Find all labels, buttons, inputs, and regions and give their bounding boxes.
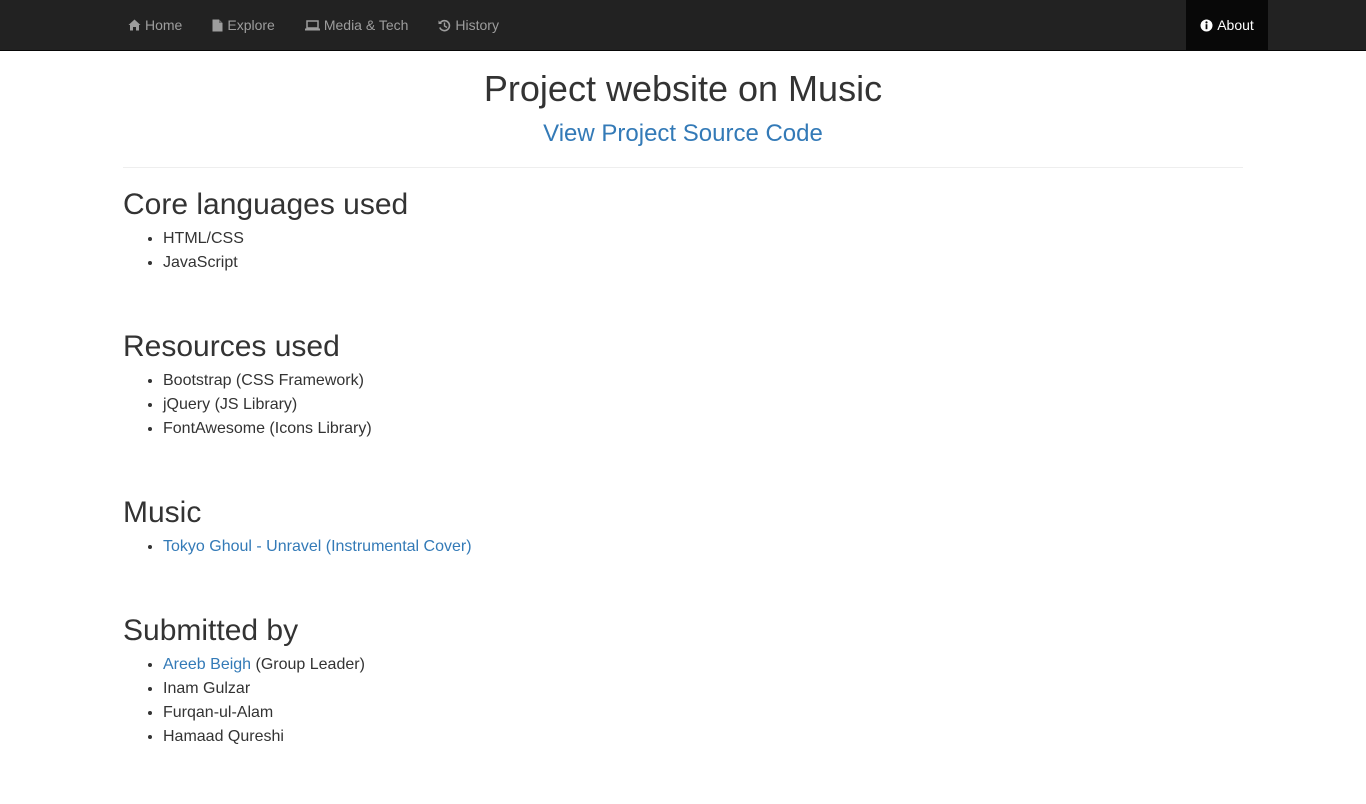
nav-explore[interactable]: Explore [197,0,289,50]
info-circle-icon [1200,19,1213,32]
list-item: FontAwesome (Icons Library) [163,417,1243,441]
resources-section: Resources used Bootstrap (CSS Framework)… [123,329,1243,441]
nav-history[interactable]: History [423,0,514,50]
list-item: HTML/CSS [163,227,1243,251]
nav-about[interactable]: About [1186,0,1268,50]
core-languages-heading: Core languages used [123,188,409,221]
resources-heading: Resources used [123,330,340,363]
file-icon [212,19,223,32]
nav-explore-label: Explore [227,17,275,33]
core-languages-section: Core languages used HTML/CSS JavaScript [123,187,1243,275]
divider [123,167,1243,168]
list-item: jQuery (JS Library) [163,393,1243,417]
nav-menu: Home Explore Media & Tech History [113,0,514,50]
history-icon [438,19,451,32]
nav-home-label: Home [145,17,183,33]
resources-list: Bootstrap (CSS Framework) jQuery (JS Lib… [123,369,1243,441]
list-item: Hamaad Qureshi [163,725,1243,749]
nav-history-label: History [455,17,499,33]
core-languages-list: HTML/CSS JavaScript [123,227,1243,275]
top-navbar: Home Explore Media & Tech History About [0,0,1366,51]
laptop-icon [304,19,320,31]
page-title: Project website on Music [483,68,883,109]
music-heading: Music [123,496,202,529]
list-item: Bootstrap (CSS Framework) [163,369,1243,393]
submitted-by-heading: Submitted by [123,614,299,647]
nav-about-label: About [1217,17,1254,33]
submitted-by-section: Submitted by Areeb Beigh (Group Leader) … [123,613,1243,749]
list-item: Areeb Beigh (Group Leader) [163,653,1243,677]
main-content: Project website on Music View Project So… [123,51,1243,749]
list-item: Furqan-ul-Alam [163,701,1243,725]
nav-media-tech[interactable]: Media & Tech [290,0,424,50]
list-item: Tokyo Ghoul - Unravel (Instrumental Cove… [163,535,1243,559]
source-code-link[interactable]: View Project Source Code [123,119,1243,149]
group-leader-role: (Group Leader) [251,656,365,673]
nav-home[interactable]: Home [113,0,197,50]
nav-media-tech-label: Media & Tech [323,17,409,33]
music-link[interactable]: Tokyo Ghoul - Unravel (Instrumental Cove… [163,538,472,555]
list-item: JavaScript [163,251,1243,275]
home-icon [128,19,141,31]
submitted-by-list: Areeb Beigh (Group Leader) Inam Gulzar F… [123,653,1243,749]
group-leader-link[interactable]: Areeb Beigh [163,656,251,673]
list-item: Inam Gulzar [163,677,1243,701]
music-section: Music Tokyo Ghoul - Unravel (Instrumenta… [123,495,1243,559]
music-list: Tokyo Ghoul - Unravel (Instrumental Cove… [123,535,1243,559]
